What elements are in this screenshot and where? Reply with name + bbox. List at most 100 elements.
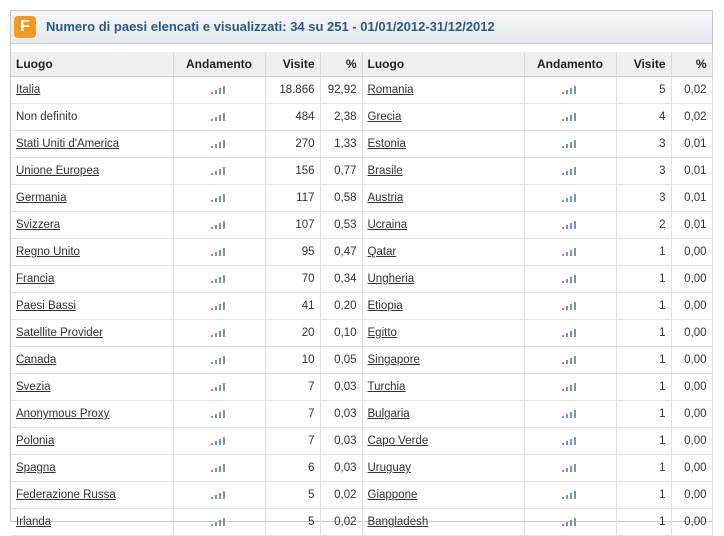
trend-bars-icon[interactable]: [562, 490, 578, 499]
country-link[interactable]: Romania: [368, 84, 414, 96]
trend-bars-icon[interactable]: [211, 328, 227, 337]
country-link[interactable]: Spagna: [16, 462, 56, 474]
col-pct[interactable]: %: [320, 52, 363, 77]
country-link[interactable]: Polonia: [16, 435, 54, 447]
trend-bars-icon[interactable]: [211, 139, 227, 148]
country-link[interactable]: Grecia: [368, 111, 402, 123]
trend-bars-icon[interactable]: [211, 409, 227, 418]
trend-bar: [574, 85, 576, 94]
country-link[interactable]: Bulgaria: [368, 408, 410, 420]
country-link[interactable]: Qatar: [368, 246, 397, 258]
trend-bars-icon[interactable]: [211, 382, 227, 391]
country-link[interactable]: Ungheria: [368, 273, 415, 285]
trend-bars-icon[interactable]: [562, 436, 578, 445]
col-andamento[interactable]: Andamento: [524, 52, 617, 77]
country-link[interactable]: Stati Uniti d'America: [16, 138, 119, 150]
country-link[interactable]: Regno Unito: [16, 246, 80, 258]
trend-bars-icon[interactable]: [562, 85, 578, 94]
trend-bar: [219, 195, 221, 202]
country-link[interactable]: Singapore: [368, 354, 420, 366]
trend-cell: [173, 346, 266, 374]
percent-cell: 0,47: [320, 238, 363, 266]
country-link[interactable]: Giappone: [368, 489, 418, 501]
trend-cell: [524, 130, 617, 158]
country-link[interactable]: Turchia: [368, 381, 406, 393]
country-link[interactable]: Estonia: [368, 138, 406, 150]
trend-bars-icon[interactable]: [211, 355, 227, 364]
col-luogo[interactable]: Luogo: [362, 52, 525, 77]
country-link[interactable]: Capo Verde: [368, 435, 429, 447]
country-link[interactable]: Anonymous Proxy: [16, 408, 109, 420]
trend-bar: [574, 274, 576, 283]
country-link[interactable]: Brasile: [368, 165, 403, 177]
country-link[interactable]: Italia: [16, 84, 40, 96]
trend-bar: [215, 467, 217, 472]
col-visite[interactable]: Visite: [265, 52, 321, 77]
trend-bar: [215, 332, 217, 337]
trend-bars-icon[interactable]: [562, 382, 578, 391]
col-pct[interactable]: %: [671, 52, 713, 77]
trend-bar: [574, 301, 576, 310]
trend-bars-icon[interactable]: [562, 193, 578, 202]
country-link[interactable]: Federazione Russa: [16, 489, 116, 501]
percent-cell: 0,34: [320, 265, 363, 293]
country-link[interactable]: Bangladesh: [368, 516, 429, 528]
col-luogo[interactable]: Luogo: [11, 52, 174, 77]
percent-cell: 0,01: [671, 130, 713, 158]
country-link[interactable]: Austria: [368, 192, 404, 204]
trend-cell: [173, 400, 266, 428]
country-link[interactable]: Uruguay: [368, 462, 411, 474]
col-andamento[interactable]: Andamento: [173, 52, 266, 77]
country-link[interactable]: Svezia: [16, 381, 51, 393]
trend-bar: [219, 492, 221, 499]
trend-bar: [211, 226, 213, 229]
country-link[interactable]: Paesi Bassi: [16, 300, 76, 312]
trend-bars-icon[interactable]: [562, 409, 578, 418]
country-link[interactable]: Egitto: [368, 327, 397, 339]
country-link[interactable]: Etiopia: [368, 300, 403, 312]
trend-bars-icon[interactable]: [562, 328, 578, 337]
country-name-cell: Paesi Bassi: [11, 292, 174, 320]
trend-bars-icon[interactable]: [211, 193, 227, 202]
country-link[interactable]: Ucraina: [368, 219, 408, 231]
trend-bar: [562, 199, 564, 202]
country-link[interactable]: Irlanda: [16, 516, 51, 528]
trend-cell: [173, 481, 266, 509]
table-row: Non definito 484 2,38 Grecia 4 0,02: [11, 103, 713, 131]
percent-cell: 0,01: [671, 157, 713, 185]
trend-bars-icon[interactable]: [211, 166, 227, 175]
trend-bars-icon[interactable]: [211, 490, 227, 499]
trend-bars-icon[interactable]: [211, 436, 227, 445]
trend-bars-icon[interactable]: [562, 112, 578, 121]
col-visite[interactable]: Visite: [616, 52, 672, 77]
trend-bars-icon[interactable]: [211, 274, 227, 283]
trend-bars-icon[interactable]: [562, 517, 578, 526]
country-link[interactable]: Svizzera: [16, 219, 60, 231]
trend-bars-icon[interactable]: [211, 301, 227, 310]
trend-bar: [566, 278, 568, 283]
percent-cell: 0,00: [671, 238, 713, 266]
trend-bars-icon[interactable]: [562, 139, 578, 148]
trend-bars-icon[interactable]: [211, 220, 227, 229]
country-link[interactable]: Germania: [16, 192, 67, 204]
trend-bars-icon[interactable]: [211, 247, 227, 256]
visits-cell: 41: [265, 292, 321, 320]
trend-bars-icon[interactable]: [562, 247, 578, 256]
trend-bars-icon[interactable]: [562, 166, 578, 175]
trend-bars-icon[interactable]: [562, 274, 578, 283]
trend-bars-icon[interactable]: [562, 220, 578, 229]
visits-cell: 2: [616, 211, 672, 239]
trend-bars-icon[interactable]: [211, 85, 227, 94]
trend-bars-icon[interactable]: [211, 517, 227, 526]
trend-bar: [566, 359, 568, 364]
trend-bars-icon[interactable]: [211, 112, 227, 121]
trend-bars-icon[interactable]: [211, 463, 227, 472]
trend-bars-icon[interactable]: [562, 355, 578, 364]
trend-bar: [211, 307, 213, 310]
trend-bars-icon[interactable]: [562, 463, 578, 472]
country-link[interactable]: Satellite Provider: [16, 327, 103, 339]
country-link[interactable]: Francia: [16, 273, 54, 285]
trend-bars-icon[interactable]: [562, 301, 578, 310]
country-link[interactable]: Canada: [16, 354, 56, 366]
country-link[interactable]: Unione Europea: [16, 165, 99, 177]
